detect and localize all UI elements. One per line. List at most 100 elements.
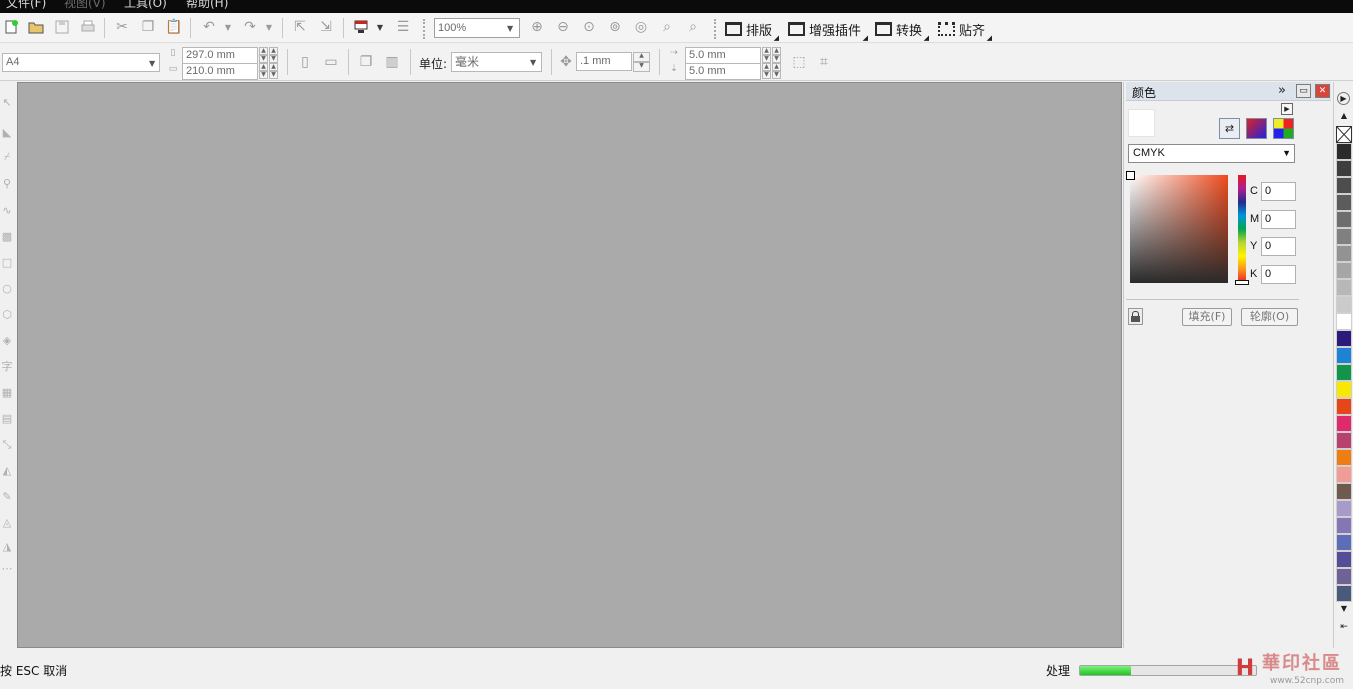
collapse-arrows-icon[interactable]: » (1278, 83, 1286, 98)
color-swatch[interactable] (1336, 313, 1352, 330)
outline-tool-icon[interactable]: ◬ (0, 516, 14, 530)
color-swatch[interactable] (1336, 466, 1352, 483)
dup-x-arrow-down-button[interactable]: ▼ (772, 55, 781, 63)
unit-dropdown-icon[interactable]: ▼ (530, 58, 536, 67)
landscape-icon[interactable]: ▭ (320, 51, 342, 73)
height-arrow-down-button[interactable]: ▼ (269, 71, 278, 79)
color-palette-icon[interactable] (1273, 118, 1294, 139)
table-tool-icon[interactable]: ▦ (0, 386, 14, 400)
dimension-tool-icon[interactable]: ▤ (0, 412, 14, 426)
color-swatch[interactable] (1336, 279, 1352, 296)
dup-y-arrow-down-button[interactable]: ▼ (772, 71, 781, 79)
width-arrow-down-button[interactable]: ▼ (269, 55, 278, 63)
color-swatch[interactable] (1336, 211, 1352, 228)
color-swatch[interactable] (1336, 585, 1352, 602)
copy-icon[interactable]: ❐ (137, 16, 159, 38)
hue-slider[interactable] (1238, 175, 1246, 283)
magenta-field[interactable]: 0 (1261, 210, 1296, 229)
color-viewer-icon[interactable] (1246, 118, 1267, 139)
basic-shapes-tool-icon[interactable]: ◈ (0, 334, 14, 348)
menu-help[interactable]: 帮助(H) (186, 0, 228, 11)
all-pages-icon[interactable]: ❐ (355, 51, 377, 73)
import-icon[interactable]: ⇱ (289, 16, 311, 38)
page-width-field[interactable]: 297.0 mm (182, 47, 258, 64)
dup-y-arrow-up-button[interactable]: ▲ (772, 63, 781, 71)
palette-scroll-up-icon[interactable]: ▲ (1337, 109, 1351, 123)
zoom-dropdown-icon[interactable]: ▼ (507, 24, 513, 33)
palette-menu-arrow-icon[interactable]: ▶ (1337, 92, 1350, 105)
zoom-all-icon[interactable]: ⊚ (604, 16, 626, 38)
color-swatch[interactable] (1336, 177, 1352, 194)
width-down-button[interactable]: ▼ (259, 55, 268, 63)
height-arrow-up-button[interactable]: ▲ (269, 63, 278, 71)
unit-select[interactable]: 毫米 (451, 52, 542, 72)
interactive-tool-icon[interactable]: ◭ (0, 464, 14, 478)
color-swatch[interactable] (1336, 364, 1352, 381)
color-swatch[interactable] (1336, 228, 1352, 245)
color-swatch[interactable] (1336, 160, 1352, 177)
black-field[interactable]: 0 (1261, 265, 1296, 284)
connector-tool-icon[interactable]: ⤡ (0, 438, 14, 452)
color-swatch[interactable] (1336, 534, 1352, 551)
menu-view[interactable]: 视图(V) (64, 0, 106, 11)
no-color-swatch[interactable] (1336, 126, 1352, 143)
shape-tool-icon[interactable]: ◣ (0, 126, 14, 140)
crop-tool-icon[interactable]: ⌿ (0, 150, 14, 164)
portrait-icon[interactable]: ▯ (294, 51, 316, 73)
color-swatch[interactable] (1336, 517, 1352, 534)
color-swatch[interactable] (1336, 432, 1352, 449)
color-swatch[interactable] (1336, 568, 1352, 585)
export-icon[interactable]: ⇲ (315, 16, 337, 38)
color-model-select[interactable]: CMYK ▼ (1128, 144, 1295, 163)
treat-as-filled-icon[interactable]: ⬚ (788, 51, 810, 73)
dup-x-down-button[interactable]: ▼ (762, 55, 771, 63)
snap-to-objects-icon[interactable]: ⌗ (813, 51, 835, 73)
save-icon[interactable] (51, 16, 73, 38)
color-picker-marker[interactable] (1126, 171, 1135, 180)
color-swatch[interactable] (1336, 415, 1352, 432)
color-swatch[interactable] (1336, 398, 1352, 415)
zoom-in-icon[interactable]: ⊕ (526, 16, 548, 38)
page-size-select[interactable]: A4 (2, 53, 160, 72)
color-picker-area[interactable] (1130, 175, 1228, 283)
redo-dropdown-icon[interactable]: ▼ (263, 16, 275, 38)
toolbox-more-icon[interactable]: ⋯ (0, 562, 14, 576)
height-down-button[interactable]: ▼ (259, 71, 268, 79)
height-up-button[interactable]: ▲ (259, 63, 268, 71)
polygon-tool-icon[interactable]: ⬡ (0, 308, 14, 322)
snap-plugin-button[interactable]: 贴齐 ◢ (938, 18, 992, 42)
paste-icon[interactable]: 📋 (163, 16, 185, 38)
fill-tool-icon[interactable]: ◮ (0, 540, 14, 554)
color-swatch[interactable] (1336, 449, 1352, 466)
zoom-page-icon[interactable]: ◎ (630, 16, 652, 38)
color-swatch[interactable] (1336, 381, 1352, 398)
nudge-distance-field[interactable]: .1 mm (576, 52, 632, 71)
dup-y-up-button[interactable]: ▲ (762, 63, 771, 71)
width-up-button[interactable]: ▲ (259, 47, 268, 55)
color-swatch[interactable] (1336, 296, 1352, 313)
color-swatch[interactable] (1336, 194, 1352, 211)
color-swatch[interactable] (1336, 551, 1352, 568)
duplicate-x-field[interactable]: 5.0 mm (685, 47, 761, 64)
color-swatch[interactable] (1336, 347, 1352, 364)
page-height-field[interactable]: 210.0 mm (182, 63, 258, 80)
freehand-tool-icon[interactable]: ∿ (0, 204, 14, 218)
new-document-icon[interactable] (0, 16, 22, 38)
page-size-dropdown-icon[interactable]: ▼ (149, 59, 155, 68)
undo-dropdown-icon[interactable]: ▼ (222, 16, 234, 38)
close-docker-button[interactable]: ✕ (1315, 84, 1330, 98)
cut-icon[interactable]: ✂ (111, 16, 133, 38)
dup-y-down-button[interactable]: ▼ (762, 71, 771, 79)
print-icon[interactable] (77, 16, 99, 38)
color-swatch[interactable] (1336, 330, 1352, 347)
pick-tool-icon[interactable]: ↖ (0, 96, 14, 110)
duplicate-y-field[interactable]: 5.0 mm (685, 63, 761, 80)
publish-icon[interactable] (350, 16, 372, 38)
minimize-docker-button[interactable]: ▭ (1296, 84, 1311, 98)
zoom-width-icon[interactable]: ⌕ (656, 16, 678, 38)
menu-file[interactable]: 文件(F) (6, 0, 46, 11)
open-folder-icon[interactable] (25, 16, 47, 38)
docker-menu-arrow-icon[interactable]: ▶ (1281, 103, 1293, 115)
color-swatch[interactable] (1336, 500, 1352, 517)
zoom-height-icon[interactable]: ⌕ (682, 16, 704, 38)
